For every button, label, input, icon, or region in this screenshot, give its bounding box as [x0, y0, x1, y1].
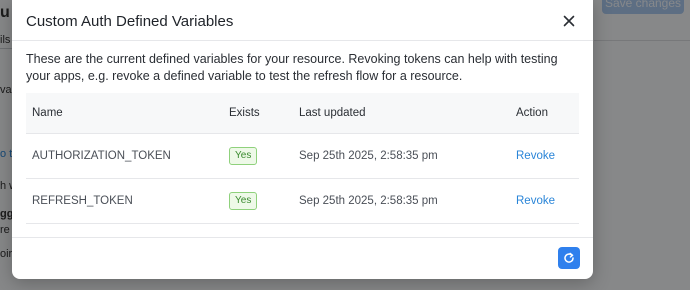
custom-auth-variables-modal: Custom Auth Defined Variables These are …	[12, 0, 593, 279]
variable-name: REFRESH_TOKEN	[26, 178, 223, 224]
column-header-name: Name	[32, 107, 63, 119]
table-row: REFRESH_TOKEN Yes Sep 25th 2025, 2:58:35…	[26, 178, 579, 224]
modal-description: These are the current defined variables …	[26, 52, 558, 83]
exists-badge: Yes	[229, 147, 258, 165]
variable-name: AUTHORIZATION_TOKEN	[26, 133, 223, 179]
column-header-exists: Exists	[229, 107, 260, 119]
variables-table: Name Exists Last updated Action AUTHORIZ…	[26, 93, 579, 224]
revoke-link[interactable]: Revoke	[516, 195, 555, 207]
close-icon	[563, 15, 575, 27]
modal-header: Custom Auth Defined Variables	[12, 0, 593, 41]
refresh-button[interactable]	[558, 247, 580, 269]
exists-cell: Yes	[223, 133, 293, 179]
modal-title: Custom Auth Defined Variables	[26, 12, 234, 30]
action-cell: Revoke	[510, 133, 579, 179]
last-updated: Sep 25th 2025, 2:58:35 pm	[293, 133, 510, 179]
table-row: AUTHORIZATION_TOKEN Yes Sep 25th 2025, 2…	[26, 133, 579, 179]
revoke-link[interactable]: Revoke	[516, 150, 555, 162]
exists-badge: Yes	[229, 192, 258, 210]
exists-cell: Yes	[223, 178, 293, 224]
action-cell: Revoke	[510, 178, 579, 224]
close-button[interactable]	[559, 11, 579, 31]
modal-body: These are the current defined variables …	[12, 41, 593, 224]
column-header-last-updated: Last updated	[299, 107, 366, 119]
last-updated: Sep 25th 2025, 2:58:35 pm	[293, 178, 510, 224]
table-header-row: Name Exists Last updated Action	[26, 93, 579, 134]
column-header-action: Action	[516, 107, 548, 119]
refresh-icon	[564, 252, 574, 263]
modal-footer	[12, 237, 593, 279]
